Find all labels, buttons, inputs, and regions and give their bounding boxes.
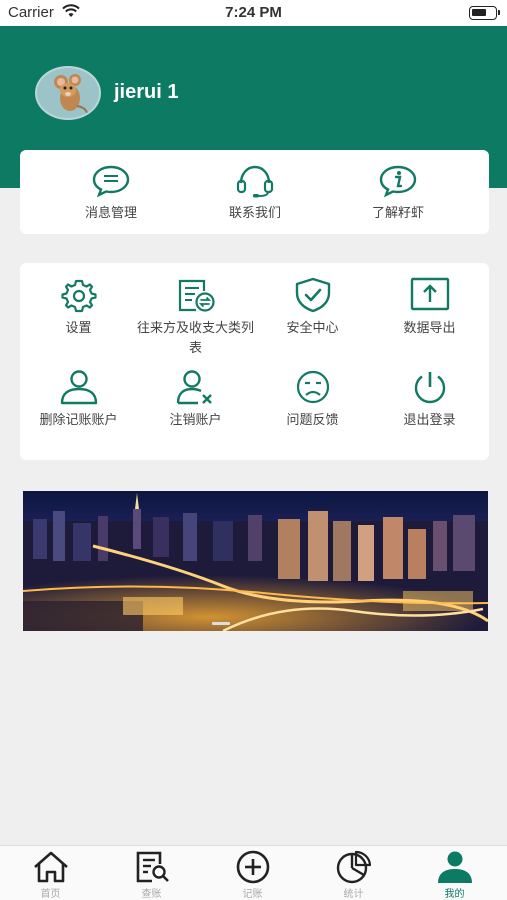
tab-mine[interactable]: 我的	[404, 850, 505, 900]
tab-label: 我的	[444, 889, 465, 900]
about-button[interactable]: 了解籽虾	[338, 164, 458, 221]
battery-icon	[469, 6, 500, 20]
quick-links-card: 消息管理 联系我们 了解籽虾	[20, 150, 489, 234]
menu-label: 数据导出	[403, 321, 456, 336]
security-center-button[interactable]: 安全中心	[254, 277, 371, 339]
menu-label: 注销账户	[169, 413, 222, 428]
tab-home[interactable]: 首页	[0, 850, 101, 900]
add-circle-icon	[236, 850, 269, 884]
username: jierui 1	[114, 81, 179, 103]
contact-us-button[interactable]: 联系我们	[195, 164, 315, 221]
search-ledger-icon	[136, 851, 169, 883]
menu-label: 退出登录	[403, 413, 456, 428]
person-icon	[437, 851, 472, 883]
chat-bubble-icon	[92, 165, 130, 198]
tab-label: 查账	[141, 889, 162, 900]
headset-icon	[236, 165, 274, 198]
counterparty-category-list-button[interactable]: 往来方及收支大类列表	[137, 277, 254, 359]
data-export-button[interactable]: 数据导出	[371, 277, 488, 339]
delete-ledger-account-button[interactable]: 删除记账账户	[20, 369, 137, 431]
deregister-account-button[interactable]: 注销账户	[137, 369, 254, 431]
export-icon	[410, 277, 449, 311]
tab-statistics[interactable]: 统计	[303, 850, 404, 900]
quick-link-label: 了解籽虾	[371, 206, 424, 221]
menu-label: 往来方及收支大类列表	[137, 321, 255, 356]
quick-link-label: 联系我们	[228, 206, 281, 221]
tab-label: 统计	[343, 889, 364, 900]
feedback-button[interactable]: 问题反馈	[254, 369, 371, 431]
tab-bar: 首页 查账 记账 统计 我的	[0, 845, 507, 900]
tab-record[interactable]: 记账	[202, 850, 303, 900]
gear-icon	[60, 279, 97, 313]
message-management-button[interactable]: 消息管理	[51, 164, 171, 221]
menu-label: 安全中心	[286, 321, 339, 336]
logout-button[interactable]: 退出登录	[371, 369, 488, 431]
pie-chart-icon	[336, 850, 371, 884]
settings-button[interactable]: 设置	[20, 277, 137, 339]
tab-label: 首页	[40, 889, 61, 900]
user-icon	[60, 370, 97, 405]
menu-label: 问题反馈	[286, 413, 339, 428]
home-icon	[33, 851, 68, 883]
clock: 7:24 PM	[225, 4, 282, 21]
power-icon	[414, 372, 445, 404]
sad-face-icon	[296, 370, 329, 404]
banner-pager-indicator	[212, 622, 230, 625]
avatar[interactable]	[35, 66, 101, 120]
status-bar: Carrier 7:24 PM	[0, 0, 507, 26]
tab-check-account[interactable]: 查账	[101, 850, 202, 900]
menu-card: 设置 往来方及收支大类列表 安全中心 数据导出 删除记账账户 注销账户 问题反馈…	[20, 263, 489, 460]
user-remove-icon	[176, 370, 212, 405]
banner-image[interactable]	[23, 491, 488, 631]
tab-label: 记账	[242, 889, 263, 900]
list-exchange-icon	[178, 279, 215, 312]
menu-label: 设置	[65, 321, 92, 336]
quick-link-label: 消息管理	[84, 206, 137, 221]
menu-label: 删除记账账户	[39, 413, 118, 428]
info-bubble-icon	[379, 165, 417, 198]
shield-check-icon	[295, 277, 330, 313]
